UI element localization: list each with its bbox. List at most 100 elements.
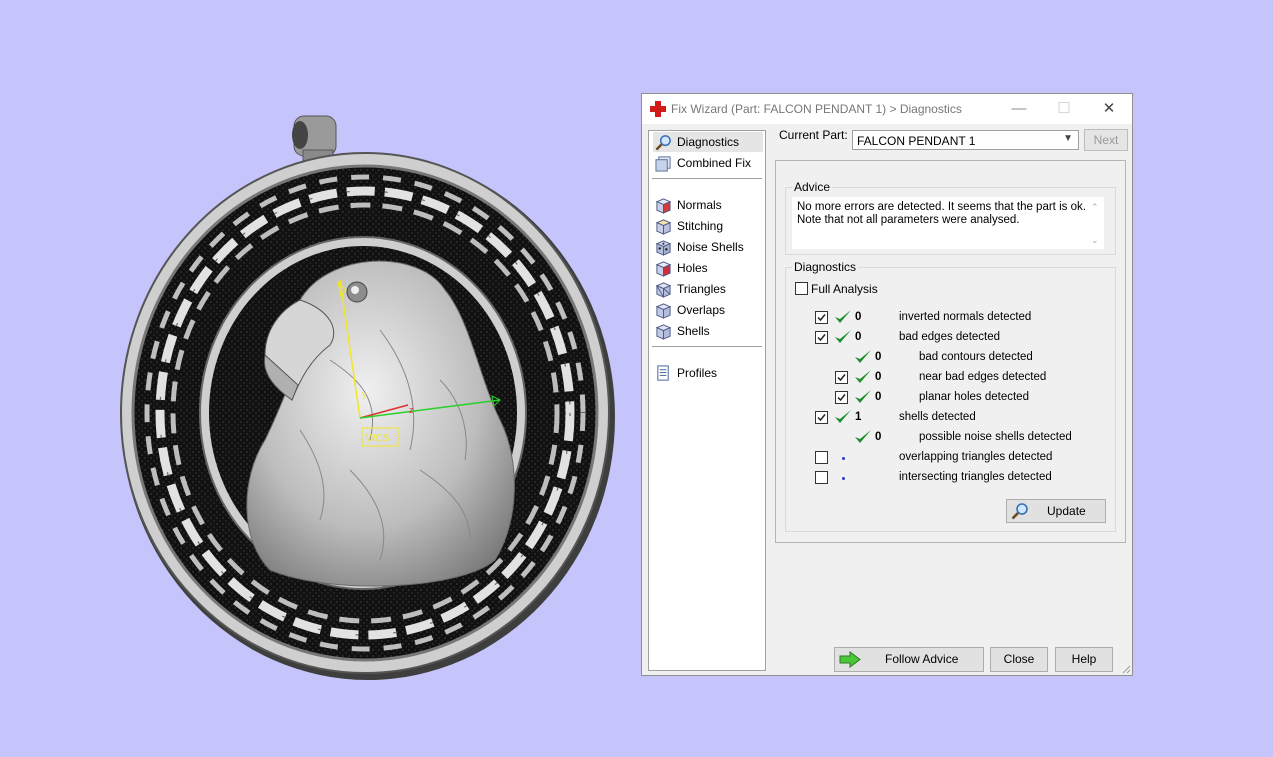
normals-cube-icon	[655, 198, 672, 214]
sidebar-item-label: Noise Shells	[677, 240, 744, 254]
sidebar-item-diagnostics[interactable]: Diagnostics	[653, 132, 763, 152]
sidebar-item-label: Shells	[677, 324, 710, 338]
overlapping-triangles-checkbox[interactable]	[815, 451, 828, 464]
chevron-down-icon: ▼	[1063, 133, 1073, 144]
checkmark-icon	[817, 314, 826, 322]
resize-grip-icon[interactable]	[1121, 664, 1131, 674]
scroll-up-icon[interactable]: ⌃	[1091, 202, 1099, 213]
checkmark-icon	[817, 334, 826, 342]
holes-cube-icon	[655, 261, 672, 277]
sidebar-item-profiles[interactable]: Profiles	[653, 363, 763, 383]
sidebar-item-normals[interactable]: Normals	[653, 195, 763, 215]
sidebar-item-label: Holes	[677, 261, 708, 275]
noise-shells-icon	[655, 240, 672, 256]
near-bad-edges-text: near bad edges detected	[919, 371, 1047, 383]
full-analysis-checkbox[interactable]	[795, 282, 808, 295]
sidebar-separator	[652, 178, 762, 179]
status-dot-icon	[842, 457, 845, 460]
bad-edges-checkbox[interactable]	[815, 331, 828, 344]
window-title: Fix Wizard (Part: FALCON PENDANT 1) > Di…	[671, 102, 962, 116]
planar-holes-text: planar holes detected	[919, 391, 1029, 403]
follow-advice-label: Follow Advice	[885, 652, 959, 666]
checkmark-icon	[837, 394, 846, 402]
planar-holes-checkbox[interactable]	[835, 391, 848, 404]
intersecting-triangles-checkbox[interactable]	[815, 471, 828, 484]
overlaps-cube-icon	[655, 303, 672, 319]
stitching-cube-icon	[655, 219, 672, 235]
wcs-label: WCS	[366, 433, 390, 444]
red-cross-icon	[650, 101, 666, 117]
checkmark-icon	[837, 374, 846, 382]
sidebar-item-combined-fix[interactable]: Combined Fix	[653, 153, 763, 173]
fix-wizard-sidebar: Diagnostics Combined Fix Normals Stitchi…	[648, 130, 766, 671]
bad-edges-text: bad edges detected	[899, 331, 1001, 343]
green-arrow-icon	[839, 651, 861, 668]
sidebar-item-stitching[interactable]: Stitching	[653, 216, 763, 236]
noise-shells-count: 0	[875, 431, 882, 443]
magnifier-icon	[1011, 503, 1028, 520]
minimize-button[interactable]: —	[1004, 97, 1034, 121]
sidebar-item-label: Normals	[677, 198, 722, 212]
bad-edges-count: 0	[855, 331, 862, 343]
bad-contours-text: bad contours detected	[919, 351, 1033, 363]
inverted-normals-count: 0	[855, 311, 862, 323]
fix-wizard-dialog: Fix Wizard (Part: FALCON PENDANT 1) > Di…	[641, 93, 1133, 676]
3d-viewport[interactable]: y z WCS	[0, 0, 640, 757]
green-check-icon	[835, 410, 851, 423]
triangles-cube-icon	[655, 282, 672, 298]
bad-contours-count: 0	[875, 351, 882, 363]
intersecting-triangles-text: intersecting triangles detected	[899, 471, 1052, 483]
full-analysis-label: Full Analysis	[811, 282, 878, 296]
noise-shells-text: possible noise shells detected	[919, 431, 1072, 443]
green-check-icon	[835, 310, 851, 323]
green-check-icon	[855, 390, 871, 403]
sidebar-item-overlaps[interactable]: Overlaps	[653, 300, 763, 320]
scroll-down-icon[interactable]: ⌄	[1091, 235, 1099, 246]
sidebar-item-label: Profiles	[677, 366, 718, 380]
update-label: Update	[1047, 504, 1086, 518]
sidebar-item-label: Diagnostics	[677, 135, 740, 149]
shells-text: shells detected	[899, 411, 976, 423]
shells-checkbox[interactable]	[815, 411, 828, 424]
close-window-button[interactable]: ✕	[1094, 97, 1124, 121]
magnifier-icon	[655, 135, 671, 151]
svg-text:z: z	[409, 405, 414, 415]
sidebar-separator	[652, 346, 762, 347]
planar-holes-count: 0	[875, 391, 882, 403]
combined-fix-icon	[655, 156, 671, 172]
close-button[interactable]: Close	[990, 647, 1048, 672]
status-dot-icon	[842, 477, 845, 480]
falcon-pendant-model: y z WCS	[120, 115, 615, 680]
green-check-icon	[855, 350, 871, 363]
sidebar-item-label: Overlaps	[677, 303, 726, 317]
advice-scrollbar[interactable]: ⌃ ⌄	[1089, 198, 1103, 248]
current-part-label: Current Part:	[779, 128, 848, 142]
shells-cube-icon	[655, 324, 672, 340]
sidebar-item-holes[interactable]: Holes	[653, 258, 763, 278]
svg-text:y: y	[362, 389, 367, 399]
checkmark-icon	[817, 414, 826, 422]
current-part-value: FALCON PENDANT 1	[857, 134, 976, 148]
sidebar-item-triangles[interactable]: Triangles	[653, 279, 763, 299]
advice-line: Note that not all parameters were analys…	[797, 214, 1020, 226]
help-button[interactable]: Help	[1055, 647, 1113, 672]
sidebar-item-noise-shells[interactable]: Noise Shells	[653, 237, 763, 257]
title-bar[interactable]: Fix Wizard (Part: FALCON PENDANT 1) > Di…	[642, 94, 1132, 124]
maximize-button[interactable]: ☐	[1049, 97, 1079, 121]
advice-legend: Advice	[792, 180, 833, 194]
near-bad-edges-count: 0	[875, 371, 882, 383]
green-check-icon	[855, 430, 871, 443]
inverted-normals-checkbox[interactable]	[815, 311, 828, 324]
green-check-icon	[855, 370, 871, 383]
current-part-dropdown[interactable]: FALCON PENDANT 1 ▼	[852, 130, 1079, 150]
overlapping-triangles-text: overlapping triangles detected	[899, 451, 1053, 463]
sidebar-item-label: Triangles	[677, 282, 726, 296]
advice-line: No more errors are detected. It seems th…	[797, 201, 1086, 213]
inverted-normals-text: inverted normals detected	[899, 311, 1032, 323]
shells-count: 1	[855, 411, 862, 423]
follow-advice-button[interactable]: Follow Advice	[834, 647, 984, 672]
update-button[interactable]: Update	[1006, 499, 1106, 523]
near-bad-edges-checkbox[interactable]	[835, 371, 848, 384]
next-button[interactable]: Next	[1084, 129, 1128, 151]
sidebar-item-shells[interactable]: Shells	[653, 321, 763, 341]
